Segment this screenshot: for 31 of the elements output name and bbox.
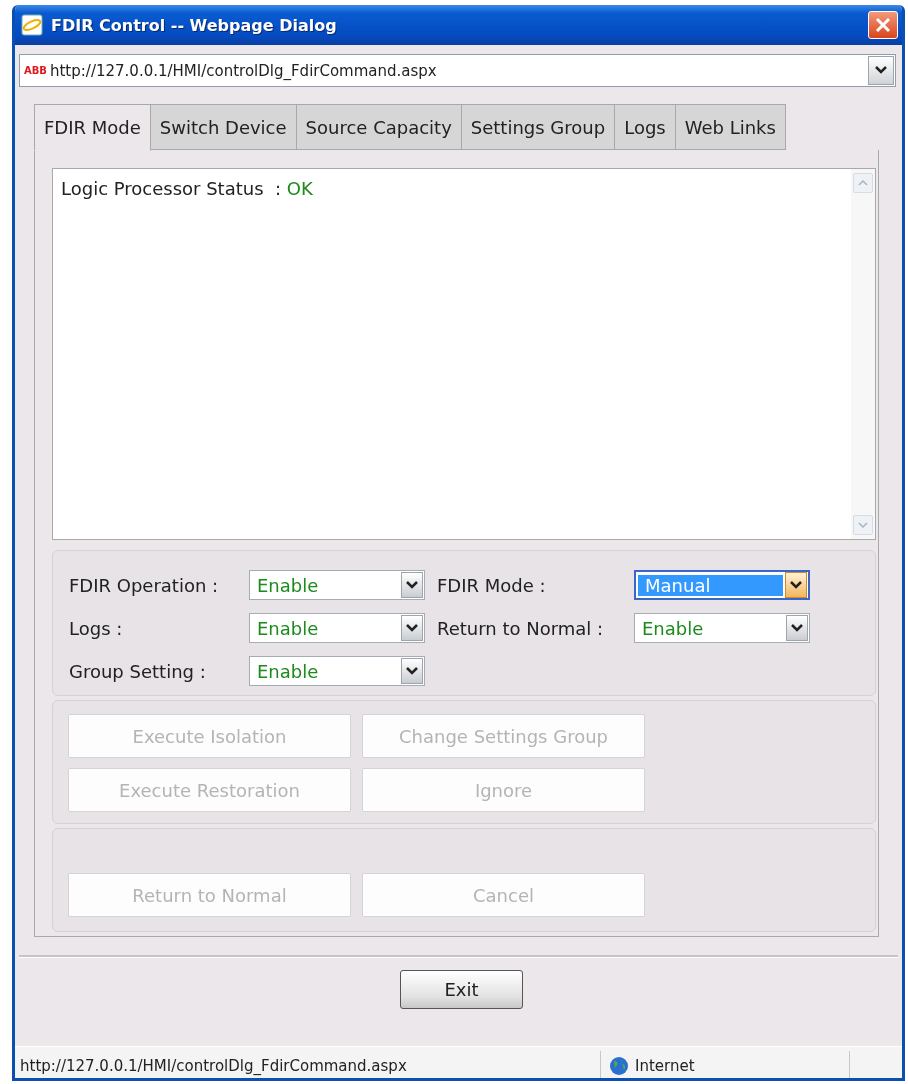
- window-title: FDIR Control -- Webpage Dialog: [51, 15, 338, 35]
- zone-label: Internet: [635, 1057, 695, 1075]
- globe-icon: [609, 1056, 629, 1076]
- browser-icon: [21, 14, 43, 36]
- status-text: Logic Processor Status : OK: [60, 177, 314, 201]
- dropdown-field[interactable]: Manual: [634, 570, 810, 601]
- select-value: Enable: [256, 617, 320, 639]
- tab[interactable]: Web Links: [675, 104, 786, 150]
- select-value: Manual: [638, 574, 783, 596]
- dropdown-field[interactable]: Enable: [249, 656, 425, 687]
- status-url: http://127.0.0.1/HMI/controlDlg_FdirCommand.aspx: [19, 1057, 408, 1075]
- tab[interactable]: Source Capacity: [296, 104, 462, 150]
- logo: ABB: [23, 65, 48, 76]
- tab[interactable]: FDIR Mode: [34, 104, 151, 151]
- tab[interactable]: Settings Group: [461, 104, 616, 150]
- field-label: FDIR Mode :: [437, 574, 547, 596]
- dropdown-field[interactable]: Enable: [249, 613, 425, 644]
- close-icon[interactable]: [868, 11, 898, 39]
- field-label: Logs :: [69, 617, 124, 639]
- exit-button[interactable]: Exit: [400, 970, 523, 1009]
- field-label: Return to Normal :: [437, 617, 605, 639]
- field-label: Group Setting :: [69, 660, 207, 682]
- address-url: http://127.0.0.1/HMI/controlDlg_FdirCommand.aspx: [50, 61, 438, 80]
- select-value: Enable: [256, 660, 320, 682]
- dropdown-field[interactable]: Enable: [634, 613, 810, 644]
- dropdown-field[interactable]: Enable: [249, 570, 425, 601]
- field-label: FDIR Operation :: [69, 574, 220, 596]
- tab[interactable]: Switch Device: [150, 104, 297, 150]
- select-value: Enable: [256, 574, 320, 596]
- tab[interactable]: Logs: [615, 104, 676, 150]
- select-value: Enable: [641, 617, 705, 639]
